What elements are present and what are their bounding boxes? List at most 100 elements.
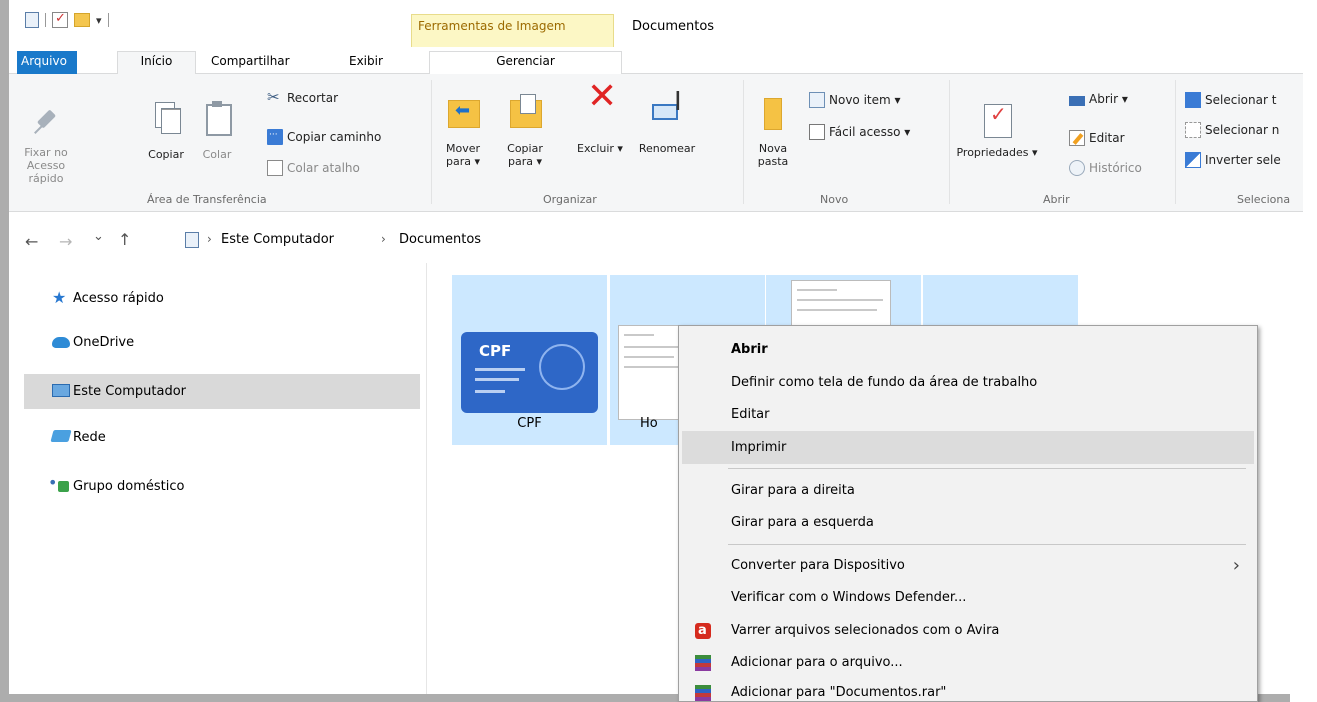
invert-selection-label: Inverter sele xyxy=(1205,153,1281,167)
select-none-button[interactable]: Selecionar n xyxy=(1185,122,1279,138)
menu-item-edit[interactable]: Editar xyxy=(682,398,1254,431)
new-folder-button[interactable]: Nova pasta xyxy=(753,94,793,168)
thumbnail-line xyxy=(624,346,680,348)
thumbnail-line xyxy=(624,334,654,336)
new-folder-label: Nova pasta xyxy=(757,142,789,168)
computer-icon xyxy=(52,384,70,397)
nav-item-homegroup[interactable]: Grupo doméstico xyxy=(24,469,420,504)
copy-to-icon xyxy=(508,94,542,128)
paste-shortcut-label: Colar atalho xyxy=(287,161,360,175)
menu-item-rotate-left[interactable]: Girar para a esquerda xyxy=(682,506,1254,539)
menu-separator xyxy=(728,544,1246,545)
tab-file[interactable]: Arquivo xyxy=(17,51,77,74)
recent-locations-icon[interactable]: ⌄ xyxy=(93,229,104,244)
open-button[interactable]: Abrir ▾ xyxy=(1069,92,1128,106)
menu-item-rotate-right[interactable]: Girar para a direita xyxy=(682,474,1254,507)
nav-item-this-pc[interactable]: Este Computador xyxy=(24,374,420,409)
menu-item-avira-scan[interactable]: Varrer arquivos selecionados com o Avira xyxy=(682,614,1254,647)
new-folder-icon xyxy=(756,94,790,130)
network-icon xyxy=(50,430,72,442)
move-to-icon xyxy=(446,94,480,128)
delete-icon xyxy=(583,90,617,128)
computer-icon[interactable] xyxy=(25,12,39,28)
edit-button[interactable]: Editar xyxy=(1069,130,1125,146)
up-icon[interactable]: ↑ xyxy=(118,230,131,249)
tab-share[interactable]: Compartilhar xyxy=(207,52,294,74)
contextual-tab-label: Ferramentas de Imagem xyxy=(418,19,566,33)
menu-item-add-to-rar[interactable]: Adicionar para "Documentos.rar" xyxy=(682,676,1254,702)
copy-path-label: Copiar caminho xyxy=(287,130,382,144)
group-divider xyxy=(743,80,744,204)
nav-item-quick-access[interactable]: Acesso rápido xyxy=(24,281,420,316)
organize-group-label: Organizar xyxy=(543,193,597,206)
open-label: Abrir ▾ xyxy=(1089,92,1128,106)
history-button[interactable]: Histórico xyxy=(1069,160,1142,176)
tab-manage[interactable]: Gerenciar xyxy=(429,51,622,74)
thumbnail-line xyxy=(624,356,674,358)
invert-selection-button[interactable]: Inverter sele xyxy=(1185,152,1281,168)
new-item-button[interactable]: Novo item ▾ xyxy=(809,92,901,108)
nav-item-onedrive[interactable]: OneDrive xyxy=(24,325,420,360)
thumbnail-line xyxy=(797,309,877,311)
paste-shortcut-button[interactable]: Colar atalho xyxy=(267,160,360,176)
menu-item-print[interactable]: Imprimir xyxy=(682,431,1254,464)
thumbnail-text: CPF xyxy=(479,342,512,360)
menu-item-add-to-archive[interactable]: Adicionar para o arquivo... xyxy=(682,646,1254,679)
copy-path-icon xyxy=(267,129,283,145)
new-folder-icon[interactable] xyxy=(74,13,90,27)
copy-button[interactable]: Copiar xyxy=(146,100,186,161)
delete-button[interactable]: Excluir ▾ xyxy=(575,90,625,155)
pin-quick-access-button[interactable]: Fixar no Acesso rápido xyxy=(11,106,81,185)
copy-to-button[interactable]: Copiar para ▾ xyxy=(503,94,547,168)
select-all-button[interactable]: Selecionar t xyxy=(1185,92,1276,108)
rename-label: Renomear xyxy=(638,142,696,155)
copy-path-button[interactable]: Copiar caminho xyxy=(267,129,381,145)
thumbnail-line xyxy=(797,289,837,291)
properties-button[interactable]: Propriedades ▾ xyxy=(955,102,1039,159)
move-to-button[interactable]: Mover para ▾ xyxy=(441,94,485,168)
qat-separator xyxy=(107,13,109,27)
tab-view[interactable]: Exibir xyxy=(345,52,387,74)
onedrive-icon xyxy=(52,337,70,348)
back-icon[interactable]: ← xyxy=(25,232,38,251)
context-menu: Abrir Definir como tela de fundo da área… xyxy=(678,325,1258,702)
pin-quick-access-label: Fixar no Acesso rápido xyxy=(24,146,68,185)
cut-button[interactable]: Recortar xyxy=(267,88,339,106)
cut-label: Recortar xyxy=(287,91,339,105)
easy-access-button[interactable]: Fácil acesso ▾ xyxy=(809,124,910,140)
properties-icon[interactable] xyxy=(52,11,68,28)
new-item-icon xyxy=(809,92,825,108)
file-item[interactable]: CPF CPF xyxy=(452,275,607,445)
breadcrumb-this-pc[interactable]: Este Computador xyxy=(221,232,334,247)
group-divider xyxy=(949,80,950,204)
scissors-icon xyxy=(267,88,283,106)
pin-icon xyxy=(29,106,63,140)
computer-icon xyxy=(185,232,199,248)
menu-item-label: Varrer arquivos selecionados com o Avira xyxy=(731,623,1000,638)
breadcrumb-documents[interactable]: Documentos xyxy=(399,232,481,247)
navigation-pane: Acesso rápido OneDrive Este Computador R… xyxy=(9,263,427,694)
invert-selection-icon xyxy=(1185,152,1201,168)
clipboard-group-label: Área de Transferência xyxy=(147,193,267,206)
qat-separator xyxy=(45,13,46,27)
menu-separator xyxy=(728,468,1246,469)
open-icon xyxy=(1069,95,1085,106)
delete-label: Excluir ▾ xyxy=(577,142,623,155)
paste-button[interactable]: Colar xyxy=(197,100,237,161)
ribbon: Fixar no Acesso rápido Copiar Colar Reco… xyxy=(9,74,1303,212)
nav-item-network[interactable]: Rede xyxy=(24,420,420,455)
menu-item-defender-scan[interactable]: Verificar com o Windows Defender... xyxy=(682,581,1254,614)
menu-item-set-wallpaper[interactable]: Definir como tela de fundo da área de tr… xyxy=(682,366,1254,399)
menu-item-open[interactable]: Abrir xyxy=(682,333,1254,366)
forward-icon[interactable]: → xyxy=(59,232,72,251)
paste-label: Colar xyxy=(202,148,232,161)
rename-icon xyxy=(650,94,684,128)
customize-qat-icon[interactable]: ▾ xyxy=(96,14,102,27)
star-icon xyxy=(52,288,70,307)
address-path[interactable]: › Este Computador › Documentos xyxy=(185,228,1303,254)
tab-home[interactable]: Início xyxy=(117,51,196,75)
menu-item-cast-to-device[interactable]: Converter para Dispositivo › xyxy=(682,549,1254,582)
window-frame-right xyxy=(1303,0,1317,702)
rename-button[interactable]: Renomear xyxy=(632,94,702,155)
nav-item-label: Grupo doméstico xyxy=(73,479,185,494)
